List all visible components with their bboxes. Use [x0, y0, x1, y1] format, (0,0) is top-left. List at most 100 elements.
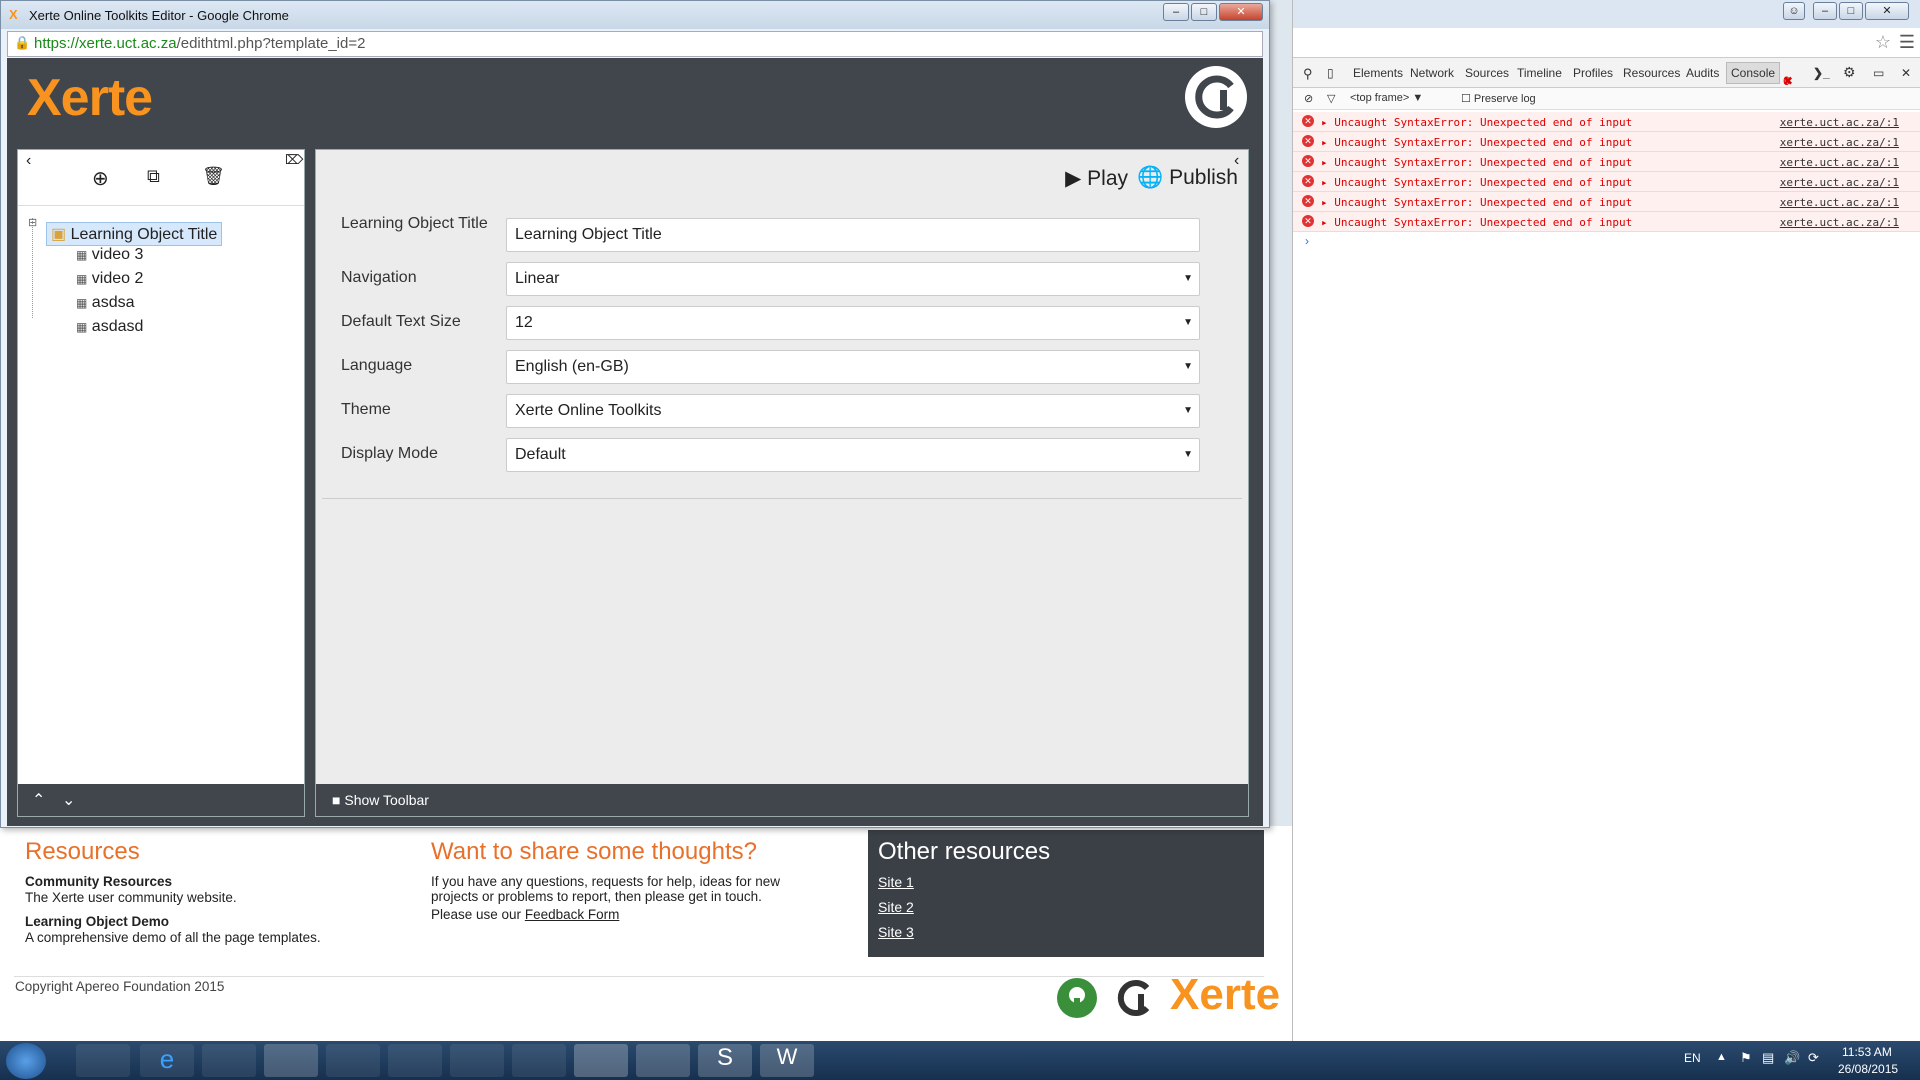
navigation-select[interactable]: Linear ▼	[506, 262, 1200, 296]
filter-icon[interactable]: ▽	[1327, 92, 1335, 105]
tree-item[interactable]: ▦ video 2	[76, 270, 143, 288]
taskbar-explorer-icon[interactable]	[202, 1044, 256, 1077]
play-button[interactable]: ▶ Play	[1065, 166, 1128, 191]
duplicate-page-icon[interactable]: ⧉	[147, 166, 160, 187]
clock-time[interactable]: 11:53 AM	[1842, 1045, 1892, 1059]
tree-item[interactable]: ▦ asdasd	[76, 318, 143, 336]
theme-select[interactable]: Xerte Online Toolkits ▼	[506, 394, 1200, 428]
close-button[interactable]: ✕	[1219, 3, 1263, 21]
taskbar-media-player-icon[interactable]	[326, 1044, 380, 1077]
error-source-link[interactable]: xerte.uct.ac.za/:1	[1780, 136, 1899, 149]
tab-network[interactable]: Network	[1410, 66, 1454, 80]
devtools-user-icon[interactable]: ☺	[1783, 2, 1805, 20]
show-toolbar-label: Show Toolbar	[344, 792, 429, 808]
add-page-icon[interactable]: ⊕	[92, 166, 109, 191]
tab-profiles[interactable]: Profiles	[1573, 66, 1613, 80]
preserve-log-checkbox[interactable]: ☐ Preserve log	[1461, 92, 1536, 105]
start-button[interactable]	[6, 1043, 46, 1079]
console-error-row[interactable]: ✕ ▸ Uncaught SyntaxError: Unexpected end …	[1293, 152, 1920, 172]
tree-item-label: asdasd	[91, 318, 144, 335]
tree-toolbar: ‹ ⊕ ⧉ 🗑 ⌦	[18, 150, 304, 206]
console-error-row[interactable]: ✕ ▸ Uncaught SyntaxError: Unexpected end …	[1293, 212, 1920, 232]
site-3-link[interactable]: Site 3	[878, 924, 914, 940]
taskbar-outlook-icon[interactable]	[512, 1044, 566, 1077]
address-bar[interactable]: 🔒 https://xerte.uct.ac.za/edithtml.php?t…	[7, 31, 1263, 57]
site-1-link[interactable]: Site 1	[878, 874, 914, 890]
error-source-link[interactable]: xerte.uct.ac.za/:1	[1780, 196, 1899, 209]
tray-expand-icon[interactable]: ▲	[1716, 1051, 1727, 1063]
taskbar-chrome-icon[interactable]	[574, 1044, 628, 1077]
pin-icon[interactable]: ⌦	[285, 152, 303, 168]
drawer-toggle-icon[interactable]: ❯_	[1813, 66, 1830, 80]
publish-button[interactable]: 🌐 Publish	[1137, 166, 1238, 190]
taskbar-word-icon[interactable]: W	[760, 1044, 814, 1077]
minimize-button[interactable]: –	[1163, 3, 1189, 21]
clear-console-icon[interactable]: ⊘	[1304, 92, 1313, 105]
devtools-maximize-button[interactable]: □	[1839, 2, 1863, 20]
taskbar-ie-icon[interactable]: e	[140, 1044, 194, 1077]
tab-console[interactable]: Console	[1726, 62, 1781, 84]
inspect-icon[interactable]: ⚲	[1303, 66, 1313, 82]
frame-selector[interactable]: <top frame> ▼	[1350, 92, 1423, 104]
tab-elements[interactable]: Elements	[1353, 66, 1403, 80]
devtools-minimize-button[interactable]: –	[1813, 2, 1837, 20]
settings-gear-icon[interactable]: ⚙	[1843, 64, 1856, 81]
maximize-button[interactable]: □	[1191, 3, 1217, 21]
device-mode-icon[interactable]: ▯	[1327, 66, 1334, 80]
error-source-link[interactable]: xerte.uct.ac.za/:1	[1780, 116, 1899, 129]
error-source-link[interactable]: xerte.uct.ac.za/:1	[1780, 216, 1899, 229]
tree-expand-icon[interactable]: ⊟	[28, 216, 37, 229]
taskbar-visio-icon[interactable]	[450, 1044, 504, 1077]
dock-side-icon[interactable]: ▭	[1873, 66, 1884, 80]
console-error-row[interactable]: ✕ ▸ Uncaught SyntaxError: Unexpected end …	[1293, 132, 1920, 152]
title-label: Learning Object Title	[341, 215, 488, 232]
devtools-close-icon[interactable]: ✕	[1901, 66, 1911, 80]
error-icon: ✕	[1302, 135, 1314, 147]
title-input[interactable]: Learning Object Title	[506, 218, 1200, 252]
tab-timeline[interactable]: Timeline	[1517, 66, 1562, 80]
display-select[interactable]: Default ▼	[506, 438, 1200, 472]
tray-sync-icon[interactable]: ⟳	[1808, 1050, 1819, 1066]
move-up-icon[interactable]: ⌃	[32, 790, 45, 810]
console-error-row[interactable]: ✕ ▸ Uncaught SyntaxError: Unexpected end …	[1293, 112, 1920, 132]
site-2-link[interactable]: Site 2	[878, 899, 914, 915]
tree-bottom-bar: ⌃ ⌄	[18, 784, 304, 816]
taskbar-firefox-icon[interactable]	[264, 1044, 318, 1077]
tab-resources[interactable]: Resources	[1623, 66, 1680, 80]
tab-audits[interactable]: Audits	[1686, 66, 1719, 80]
console-error-row[interactable]: ✕ ▸ Uncaught SyntaxError: Unexpected end …	[1293, 192, 1920, 212]
main-bottom-bar: ■ Show Toolbar	[316, 784, 1248, 816]
tree-root-item[interactable]: ▣ Learning Object Title	[46, 222, 223, 246]
language-select[interactable]: English (en-GB) ▼	[506, 350, 1200, 384]
apereo-footer-logo-icon	[1117, 980, 1150, 1016]
move-down-icon[interactable]: ⌄	[62, 790, 75, 810]
dropdown-arrow-icon: ▼	[1183, 317, 1193, 328]
taskbar-network-app-icon[interactable]	[76, 1044, 130, 1077]
feedback-form-link[interactable]: Feedback Form	[525, 907, 620, 922]
error-icon: ✕	[1302, 155, 1314, 167]
textsize-select[interactable]: 12 ▼	[506, 306, 1200, 340]
taskbar-document-icon[interactable]	[388, 1044, 442, 1077]
error-source-link[interactable]: xerte.uct.ac.za/:1	[1780, 176, 1899, 189]
bookmark-star-icon[interactable]: ☆	[1875, 32, 1891, 53]
delete-page-icon[interactable]: 🗑	[202, 166, 225, 187]
tab-sources[interactable]: Sources	[1465, 66, 1509, 80]
console-prompt[interactable]: ›	[1305, 234, 1309, 248]
error-source-link[interactable]: xerte.uct.ac.za/:1	[1780, 156, 1899, 169]
error-message-text: Uncaught SyntaxError: Unexpected end of …	[1334, 156, 1633, 169]
taskbar-skype-icon[interactable]: S	[698, 1044, 752, 1077]
collapse-left-icon[interactable]: ‹	[26, 152, 31, 170]
devtools-close-button[interactable]: ✕	[1865, 2, 1909, 20]
tree-item[interactable]: ▦ asdsa	[76, 294, 135, 312]
globe-icon: 🌐	[1137, 166, 1164, 189]
tray-flag-icon[interactable]: ⚑	[1740, 1050, 1752, 1066]
tray-volume-icon[interactable]: 🔊	[1784, 1050, 1800, 1066]
taskbar-remote-desktop-icon[interactable]	[636, 1044, 690, 1077]
clock-date[interactable]: 26/08/2015	[1838, 1062, 1898, 1076]
language-indicator[interactable]: EN	[1684, 1051, 1701, 1065]
tree-item[interactable]: ▦ video 3	[76, 246, 143, 264]
chrome-menu-icon[interactable]: ☰	[1899, 32, 1915, 53]
console-error-row[interactable]: ✕ ▸ Uncaught SyntaxError: Unexpected end …	[1293, 172, 1920, 192]
tray-network-icon[interactable]: ▤	[1762, 1050, 1774, 1066]
show-toolbar-checkbox[interactable]: ■ Show Toolbar	[332, 792, 429, 808]
